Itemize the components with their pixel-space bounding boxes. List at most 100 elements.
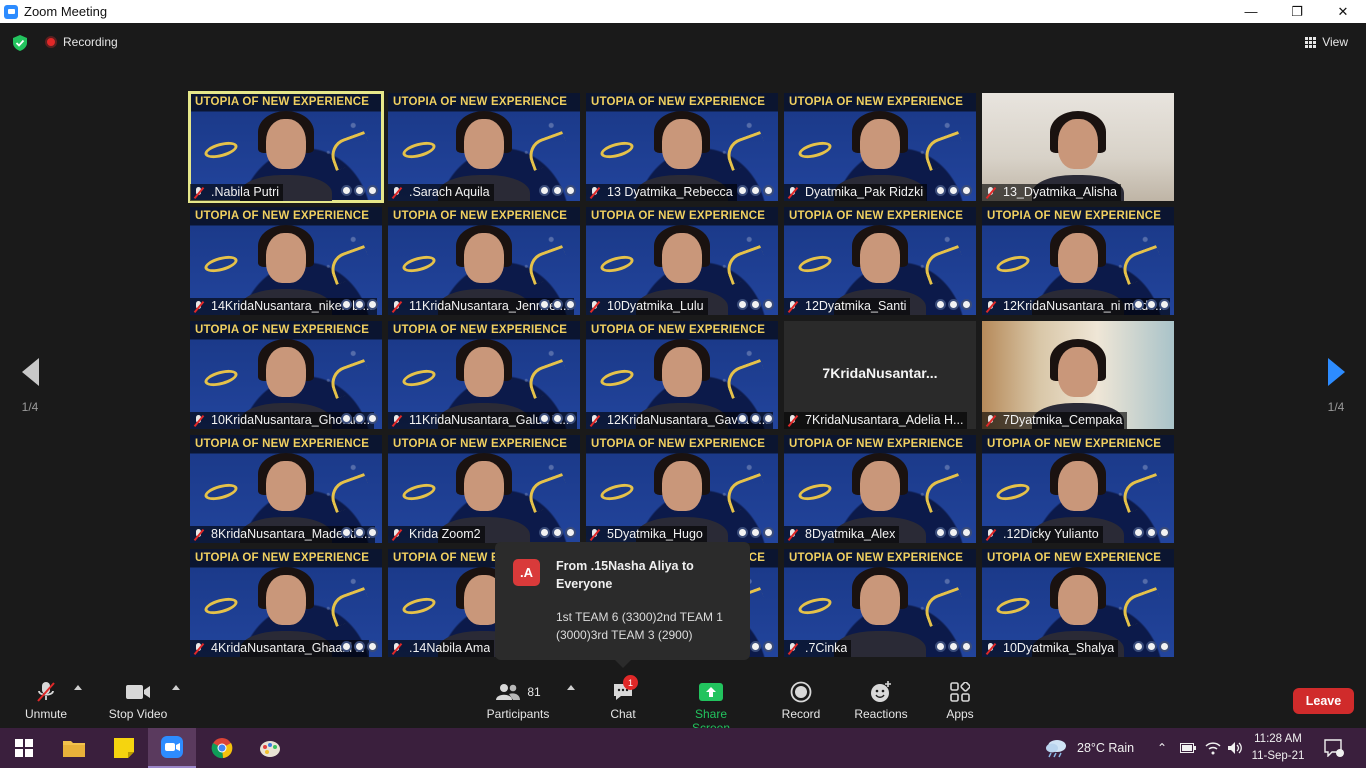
sponsor-logos — [341, 185, 378, 196]
video-tile[interactable]: UTOPIA OF NEW EXPERIENCE 8Dyatmika_Alex — [784, 435, 976, 543]
video-tile[interactable]: UTOPIA OF NEW EXPERIENCE .Nabila Putri — [188, 91, 384, 203]
background-banner-text: UTOPIA OF NEW EXPERIENCE — [789, 96, 964, 108]
video-tile[interactable]: UTOPIA OF NEW EXPERIENCE 12Dyatmika_Santi — [784, 207, 976, 315]
logo-badge-icon — [565, 185, 576, 196]
apps-button[interactable]: Apps — [942, 681, 978, 721]
video-tile[interactable]: UTOPIA OF NEW EXPERIENCE 12KridaNusantara… — [586, 321, 778, 429]
background-decoration — [326, 587, 374, 627]
previous-page-button[interactable]: 1/4 — [15, 358, 45, 414]
logo-badge-icon — [750, 641, 761, 652]
participant-name: 10Dyatmika_Shalya — [1003, 641, 1115, 655]
record-label: Record — [781, 707, 821, 721]
share-screen-button[interactable]: Share Screen — [675, 681, 747, 735]
video-tile[interactable]: UTOPIA OF NEW EXPERIENCE 12KridaNusantara… — [982, 207, 1174, 315]
apps-label: Apps — [946, 707, 974, 721]
show-hidden-icons-button[interactable]: ⌃ — [1157, 728, 1167, 768]
background-banner-text: UTOPIA OF NEW EXPERIENCE — [591, 96, 766, 108]
minimize-button[interactable]: — — [1228, 0, 1274, 23]
sponsor-logos — [539, 413, 576, 424]
logo-badge-icon — [763, 527, 774, 538]
background-decoration — [598, 252, 636, 276]
participant-name-label: 10Dyatmika_Shalya — [982, 640, 1119, 657]
video-options-caret-icon[interactable] — [172, 685, 180, 690]
sponsor-logos — [737, 413, 774, 424]
video-tile[interactable]: 7KridaNusantar... 7KridaNusantara_Adelia … — [784, 321, 976, 429]
zoom-taskbar-button[interactable] — [148, 728, 196, 768]
notifications-button[interactable] — [1324, 728, 1344, 768]
view-button[interactable]: View — [1305, 35, 1348, 49]
video-tile[interactable]: 7Dyatmika_Cempaka — [982, 321, 1174, 429]
recording-indicator[interactable]: Recording — [45, 35, 118, 49]
chat-notification-popup[interactable]: .A From .15Nasha Aliya to Everyone 1st T… — [495, 542, 750, 668]
video-tile[interactable]: UTOPIA OF NEW EXPERIENCE 11KridaNusantara… — [388, 207, 580, 315]
sponsor-logos — [1133, 299, 1170, 310]
video-tile[interactable]: UTOPIA OF NEW EXPERIENCE .7Cinka — [784, 549, 976, 657]
close-button[interactable]: ✕ — [1320, 0, 1366, 23]
video-tile[interactable]: UTOPIA OF NEW EXPERIENCE 10Dyatmika_Shaly… — [982, 549, 1174, 657]
mic-muted-icon — [787, 528, 799, 541]
sponsor-logos — [737, 299, 774, 310]
page-indicator-right: 1/4 — [1327, 400, 1345, 414]
background-banner-text: UTOPIA OF NEW EXPERIENCE — [591, 324, 766, 336]
wifi-icon[interactable] — [1205, 728, 1221, 768]
participants-count: 81 — [527, 685, 541, 699]
participants-options-caret-icon[interactable] — [567, 685, 575, 690]
leave-button[interactable]: Leave — [1293, 688, 1354, 714]
logo-badge-icon — [354, 185, 365, 196]
volume-icon[interactable] — [1227, 728, 1243, 768]
participant-name-label: 10Dyatmika_Lulu — [586, 298, 708, 315]
background-banner-text: UTOPIA OF NEW EXPERIENCE — [987, 552, 1162, 564]
grid-view-icon — [1305, 36, 1317, 48]
mic-muted-icon — [589, 300, 601, 313]
video-tile[interactable]: UTOPIA OF NEW EXPERIENCE .Sarach Aquila — [388, 93, 580, 201]
logo-badge-icon — [1133, 641, 1144, 652]
participant-name: .Nabila Putri — [211, 185, 280, 199]
chrome-taskbar-button[interactable] — [198, 728, 246, 768]
mic-muted-icon — [985, 300, 997, 313]
video-tile[interactable]: UTOPIA OF NEW EXPERIENCE 10Dyatmika_Lulu — [586, 207, 778, 315]
audio-options-caret-icon[interactable] — [74, 685, 82, 690]
stop-video-button[interactable]: Stop Video — [107, 681, 169, 721]
video-tile[interactable]: UTOPIA OF NEW EXPERIENCE 5Dyatmika_Hugo — [586, 435, 778, 543]
participant-video — [662, 461, 702, 511]
video-tile[interactable]: UTOPIA OF NEW EXPERIENCE 10KridaNusantara… — [190, 321, 382, 429]
participant-video — [1058, 347, 1098, 397]
paint-taskbar-button[interactable] — [246, 728, 294, 768]
battery-icon[interactable] — [1180, 728, 1196, 768]
logo-badge-icon — [961, 299, 972, 310]
video-tile[interactable]: UTOPIA OF NEW EXPERIENCE .12Dicky Yuliant… — [982, 435, 1174, 543]
weather-widget[interactable]: 28°C Rain — [1044, 728, 1134, 768]
sponsor-logos — [539, 527, 576, 538]
video-tile[interactable]: UTOPIA OF NEW EXPERIENCE Krida Zoom2 — [388, 435, 580, 543]
participant-name-label: 8Dyatmika_Alex — [784, 526, 900, 543]
security-shield-icon[interactable] — [13, 35, 27, 51]
sponsor-logos — [341, 413, 378, 424]
video-tile[interactable]: UTOPIA OF NEW EXPERIENCE 14KridaNusantara… — [190, 207, 382, 315]
video-tile[interactable]: UTOPIA OF NEW EXPERIENCE 4KridaNusantara_… — [190, 549, 382, 657]
file-explorer-taskbar-button[interactable] — [50, 728, 98, 768]
reactions-button[interactable]: Reactions — [852, 681, 910, 721]
video-tile[interactable]: UTOPIA OF NEW EXPERIENCE Dyatmika_Pak Rid… — [784, 93, 976, 201]
video-tile[interactable]: UTOPIA OF NEW EXPERIENCE 8KridaNusantara_… — [190, 435, 382, 543]
view-label: View — [1322, 35, 1348, 49]
participant-name-label: 7Dyatmika_Cempaka — [982, 412, 1127, 429]
sticky-notes-taskbar-button[interactable] — [100, 728, 148, 768]
video-tile[interactable]: UTOPIA OF NEW EXPERIENCE 11KridaNusantara… — [388, 321, 580, 429]
participant-name: 8Dyatmika_Alex — [805, 527, 896, 541]
chat-button[interactable]: 1 Chat — [605, 675, 641, 721]
participant-video — [1058, 233, 1098, 283]
video-tile[interactable]: UTOPIA OF NEW EXPERIENCE 13 Dyatmika_Rebe… — [586, 93, 778, 201]
video-tile[interactable]: 13_Dyatmika_Alisha — [982, 93, 1174, 201]
unmute-button[interactable]: Unmute — [22, 681, 70, 721]
background-decoration — [400, 138, 438, 162]
participants-button[interactable]: 81 Participants — [485, 681, 551, 721]
background-decoration — [400, 366, 438, 390]
record-button[interactable]: Record — [779, 681, 823, 721]
participant-video — [464, 119, 504, 169]
system-clock[interactable]: 11:28 AM 11-Sep-21 — [1248, 731, 1308, 765]
next-page-button[interactable]: 1/4 — [1321, 358, 1351, 414]
maximize-button[interactable]: ❐ — [1274, 0, 1320, 23]
participant-video — [860, 119, 900, 169]
chevron-up-icon: ⌃ — [1157, 741, 1168, 755]
windows-start-button[interactable] — [0, 728, 48, 768]
